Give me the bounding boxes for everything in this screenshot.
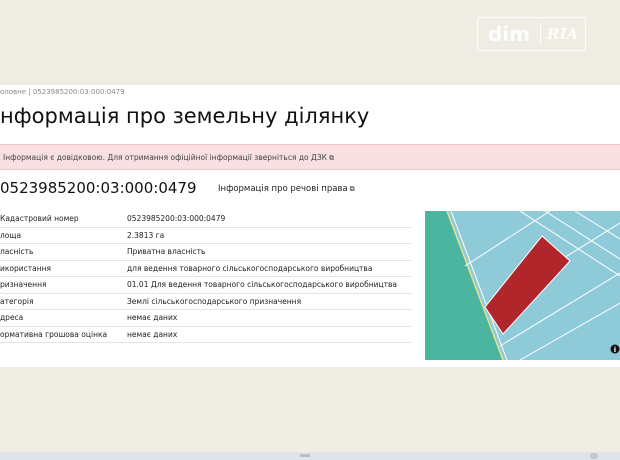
table-row: ормативна грошова оцінка немає даних (0, 326, 412, 343)
row-key: икористання (0, 260, 127, 277)
cadastral-number: 0523985200:03:000:0479 (0, 179, 197, 197)
external-link-icon: ⧉ (329, 154, 334, 162)
info-alert: Інформація є довідковою. Для отримання о… (0, 144, 620, 170)
parcel-info-table: Кадастровий номер 0523985200:03:000:0479 … (0, 211, 412, 343)
table-row: Кадастровий номер 0523985200:03:000:0479 (0, 211, 412, 228)
table-row: лоща 2.3813 га (0, 227, 412, 244)
table-row: ласність Приватна власність (0, 243, 412, 261)
table-row: ризначення 01.01 Для ведення товарного сі… (0, 276, 412, 294)
page-title: нформація про земельну ділянку (0, 104, 370, 128)
table-row: атегорія Землі сільськогосподарського при… (0, 293, 412, 310)
rights-info-label: Інформація про речові права (218, 184, 348, 194)
row-key: Кадастровий номер (0, 211, 127, 228)
row-value: 2.3813 га (127, 227, 412, 244)
row-value: 01.01 Для ведення товарного сільськогосп… (127, 276, 412, 294)
logo-ria-text: RIA (547, 25, 579, 43)
dim-ria-logo[interactable]: dim RIA (477, 17, 586, 51)
dzk-link-label: ДЗК (311, 153, 327, 162)
row-value: 0523985200:03:000:0479 (127, 211, 412, 228)
dzk-link[interactable]: ДЗК ⧉ (311, 153, 334, 162)
row-key: лоща (0, 227, 127, 244)
info-icon-glyph: i (614, 346, 616, 354)
alert-message: Інформація є довідковою. Для отримання о… (3, 153, 311, 162)
row-key: ласність (0, 243, 127, 261)
row-key: ормативна грошова оцінка (0, 326, 127, 343)
cadastral-map[interactable]: i (425, 211, 620, 360)
table-row: икористання для ведення товарного сільськ… (0, 260, 412, 277)
row-value: немає даних (127, 326, 412, 343)
breadcrumb[interactable]: оловне | 0523985200:03:000:0479 (0, 88, 125, 96)
map-canvas: i (425, 211, 620, 360)
row-key: ризначення (0, 276, 127, 294)
alert-text: Інформація є довідковою. Для отримання о… (3, 153, 334, 163)
row-value: Приватна власність (127, 243, 412, 261)
row-key: дреса (0, 309, 127, 327)
row-key: атегорія (0, 293, 127, 310)
row-value: немає даних (127, 309, 412, 327)
table-row: дреса немає даних (0, 309, 412, 327)
scroll-indicator (300, 454, 310, 457)
row-value: для ведення товарного сільськогосподарсь… (127, 260, 412, 277)
row-value: Землі сільськогосподарського призначення (127, 293, 412, 310)
external-link-icon: ⧉ (349, 185, 355, 193)
rights-info-link[interactable]: Інформація про речові права ⧉ (218, 184, 355, 194)
bottom-scroll-bar[interactable] (0, 452, 620, 460)
logo-dim-text: dim (488, 22, 531, 46)
scroll-handle[interactable] (590, 453, 598, 459)
